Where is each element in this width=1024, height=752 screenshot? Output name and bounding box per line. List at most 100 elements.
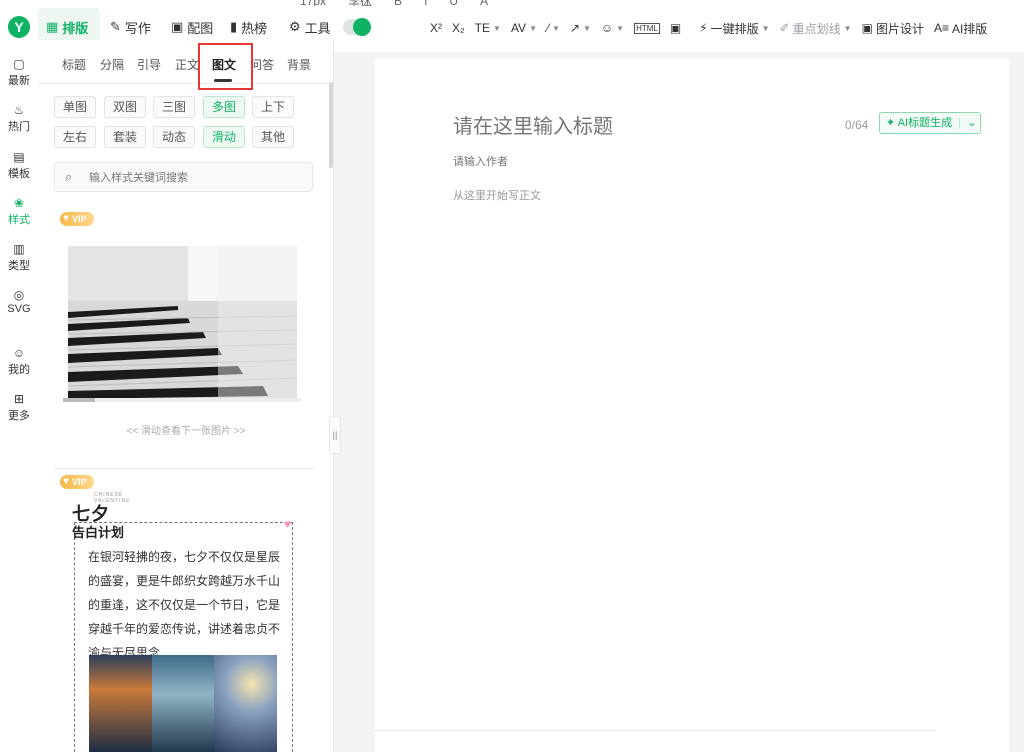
html-icon: HTML — [636, 23, 658, 33]
subscript-icon: X₂ — [452, 21, 465, 35]
nav-item-mine[interactable]: ☺ 我的 — [0, 345, 38, 377]
tab-layout-label: 排版 — [62, 20, 89, 36]
image-design-button[interactable]: ▣ 图片设计 — [862, 20, 924, 37]
chip-set[interactable]: 套装 — [104, 126, 146, 148]
nav-item-template[interactable]: ▤ 模板 — [0, 149, 38, 181]
ai-title-generate-button[interactable]: ✦ AI标题生成 | ⌄ — [879, 112, 981, 134]
toolbar-partial-font[interactable]: 字体 — [348, 0, 372, 6]
panel-collapse-handle[interactable]: || — [329, 416, 341, 454]
chevron-down-icon: ▼ — [761, 23, 770, 33]
tab-image[interactable]: ▣ 配图 — [171, 17, 213, 37]
nav-item-label: 最新 — [8, 75, 30, 87]
subtab-title[interactable]: 标题 — [62, 56, 86, 73]
toolbar-toggle-switch[interactable] — [343, 18, 371, 36]
subtab-background[interactable]: 背景 — [287, 56, 311, 73]
html-button[interactable]: HTML — [634, 22, 660, 34]
swipe-hint: << 滑动查看下一张图片 >> — [126, 426, 246, 437]
text-indent-button[interactable]: TE ▼ — [475, 21, 501, 35]
chevron-down-icon: ▼ — [843, 23, 852, 33]
panel-scrollbar[interactable] — [329, 82, 333, 168]
chip-double-image[interactable]: 双图 — [104, 96, 146, 118]
vip-badge: VIP — [60, 475, 94, 489]
type-icon: ▥ — [13, 242, 25, 256]
toolbar-top-partial-row: 17px 字体 B I U A — [300, 0, 488, 6]
format-toolbar: X² X₂ TE ▼ AV ▼ ⁄ ▼ ↗ ▼ ☺ ▼ HTML ▣ ⚡ 一键排版 ▼ ✐ 重点… — [430, 17, 987, 39]
nav-item-more[interactable]: ⊞ 更多 — [0, 391, 38, 423]
image-slider-scrollbar[interactable] — [63, 398, 301, 402]
subtab-body[interactable]: 正文 — [175, 56, 199, 73]
author-input[interactable] — [453, 154, 653, 170]
qixi-image-3 — [214, 655, 278, 752]
editor-bottom-line — [375, 730, 935, 731]
piano-image[interactable] — [68, 246, 297, 399]
qixi-image-strip — [89, 655, 278, 752]
nav-item-hot[interactable]: ♨ 热门 — [0, 102, 38, 134]
fire-icon: ♨ — [13, 103, 25, 117]
one-click-layout-label: 一键排版 — [710, 21, 759, 36]
tab-write[interactable]: ✎ 写作 — [110, 17, 151, 37]
search-input[interactable] — [89, 169, 299, 187]
template-icon: ▤ — [13, 150, 25, 164]
left-nav: ▢ 最新 ♨ 热门 ▤ 模板 ❀ 样式 ▥ 类型 ◎ SVG ☺ 我的 ⊞ 更多 — [0, 52, 38, 752]
nav-item-label: 模板 — [8, 168, 30, 180]
nav-item-label: 类型 — [8, 260, 30, 272]
chip-animated[interactable]: 动态 — [153, 126, 195, 148]
vip-badge: VIP — [60, 212, 94, 226]
toolbar-partial-fontsize[interactable]: 17px — [300, 0, 326, 6]
nav-item-label: 样式 — [8, 214, 30, 226]
nav-item-type[interactable]: ▥ 类型 — [0, 241, 38, 273]
style-panel: 标题 分隔 引导 正文 图文 问答 背景 单图 双图 三图 多图 上下 左右 套… — [38, 40, 334, 752]
one-click-layout-button[interactable]: ⚡ 一键排版 ▼ — [699, 20, 769, 37]
ai-layout-button[interactable]: A≡ AI排版 — [934, 20, 987, 37]
body-editor[interactable]: 从这里开始写正文 — [453, 187, 541, 203]
magic-wand-button[interactable]: ⁄ ▼ — [547, 21, 560, 35]
magic-wand-icon: ⁄ — [546, 21, 549, 35]
toolbox-button[interactable]: ▣ — [670, 21, 681, 35]
style-icon: ❀ — [13, 196, 25, 210]
chevron-down-icon: ▼ — [493, 23, 501, 33]
key-underline-button[interactable]: ✐ 重点划线 ▼ — [780, 20, 852, 37]
nav-item-label: 更多 — [8, 410, 30, 422]
chevron-down-icon: ▼ — [616, 23, 625, 33]
tab-hotlist-label: 热榜 — [241, 20, 268, 36]
subscript-button[interactable]: X₂ — [452, 21, 465, 35]
subtab-guide[interactable]: 引导 — [137, 56, 161, 73]
title-input[interactable] — [453, 114, 813, 140]
chart-button[interactable]: ↗ ▼ — [570, 21, 591, 35]
letter-spacing-icon: AV — [510, 21, 527, 35]
toolbar-partial-bold[interactable]: B — [394, 0, 402, 6]
chip-multi-image[interactable]: 多图 — [203, 96, 245, 118]
superscript-icon: X² — [430, 21, 442, 35]
chip-single-image[interactable]: 单图 — [54, 96, 96, 118]
toolbar-partial-italic[interactable]: I — [424, 0, 427, 6]
chip-left-right[interactable]: 左右 — [54, 126, 96, 148]
toolbox-icon: ▣ — [669, 21, 682, 35]
chip-triple-image[interactable]: 三图 — [153, 96, 195, 118]
chip-top-bottom[interactable]: 上下 — [252, 96, 294, 118]
lightning-icon: ⚡ — [699, 21, 708, 35]
toolbar-partial-underline[interactable]: U — [449, 0, 458, 6]
new-icon: ▢ — [13, 57, 25, 71]
chevron-down-icon: ⌄ — [967, 117, 977, 129]
pen-icon: ✎ — [110, 19, 121, 34]
chevron-down-icon: ▼ — [582, 23, 591, 33]
subtab-divider[interactable]: 分隔 — [100, 56, 124, 73]
nav-item-new[interactable]: ▢ 最新 — [0, 56, 38, 88]
emoji-button[interactable]: ☺ ▼ — [601, 21, 624, 35]
chip-other[interactable]: 其他 — [252, 126, 294, 148]
nav-item-svg[interactable]: ◎ SVG — [0, 287, 38, 315]
letter-spacing-button[interactable]: AV ▼ — [511, 21, 537, 35]
tab-layout[interactable]: ▦ 排版 — [46, 17, 88, 37]
superscript-button[interactable]: X² — [430, 21, 442, 35]
subtab-qa[interactable]: 问答 — [250, 56, 274, 73]
app-logo[interactable]: Y — [8, 16, 30, 38]
chip-slide[interactable]: 滑动 — [203, 126, 245, 148]
nav-item-style[interactable]: ❀ 样式 — [0, 195, 38, 227]
editor-canvas: 0/64 ✦ AI标题生成 | ⌄ 从这里开始写正文 — [375, 58, 1009, 752]
layout-icon: ▦ — [46, 19, 59, 34]
brush-icon: ✐ — [779, 21, 790, 35]
toolbar-partial-color[interactable]: A — [480, 0, 488, 6]
tab-tools[interactable]: ⚙ 工具 — [289, 17, 331, 37]
image-design-icon: ▣ — [861, 21, 873, 35]
tab-hotlist[interactable]: ▮ 热榜 — [230, 17, 267, 37]
